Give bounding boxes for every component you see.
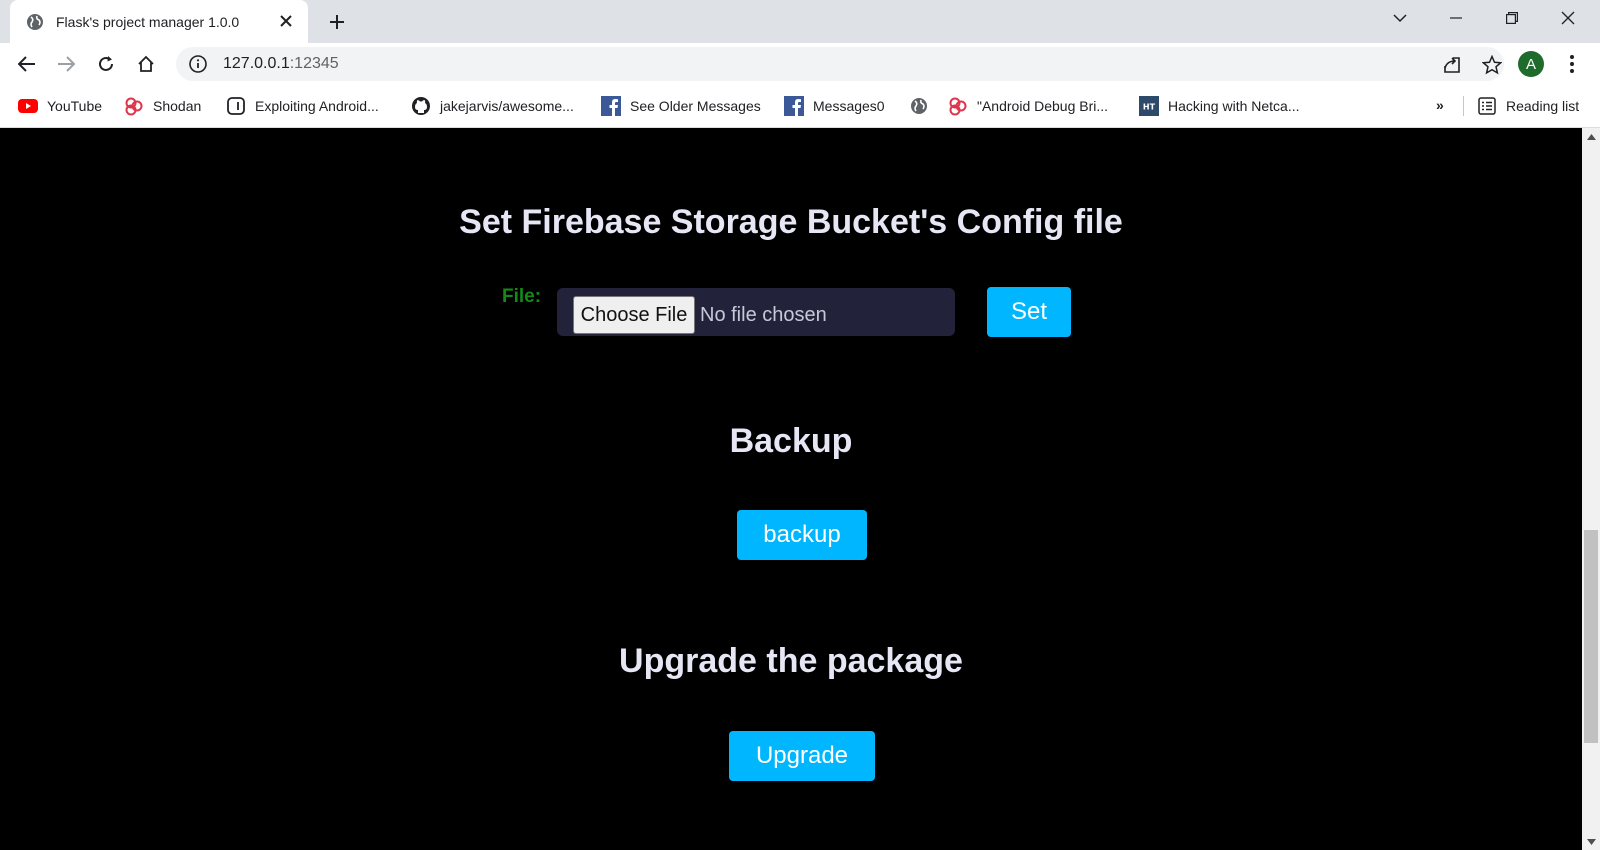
close-tab-icon[interactable] xyxy=(276,11,296,31)
bookmark-globe[interactable] xyxy=(909,94,929,118)
youtube-icon xyxy=(18,96,38,116)
choose-file-button[interactable]: Choose File xyxy=(573,296,695,334)
facebook-icon xyxy=(601,96,621,116)
svg-text:HT: HT xyxy=(1143,103,1156,112)
reload-icon[interactable] xyxy=(90,48,122,80)
bookmark-label: "Android Debug Bri... xyxy=(977,98,1109,114)
bookmark-exploiting-android[interactable]: Exploiting Android... xyxy=(226,94,379,118)
tab-strip: Flask's project manager 1.0.0 xyxy=(0,0,1600,43)
tab-title: Flask's project manager 1.0.0 xyxy=(56,13,240,30)
more-menu-icon[interactable] xyxy=(1560,52,1584,76)
bookmark-android-debug-bridge[interactable]: "Android Debug Bri... xyxy=(948,94,1108,118)
bookmark-label: jakejarvis/awesome... xyxy=(440,98,574,114)
firebase-config-heading: Set Firebase Storage Bucket's Config fil… xyxy=(459,203,1123,241)
facebook-icon xyxy=(784,96,804,116)
bookmark-see-older-messages[interactable]: See Older Messages xyxy=(601,94,761,118)
bookmark-shodan[interactable]: Shodan xyxy=(124,94,201,118)
profile-avatar[interactable]: A xyxy=(1518,51,1544,77)
site-info-icon[interactable] xyxy=(188,54,208,74)
browser-toolbar: 127.0.0.1:12345 A xyxy=(0,43,1600,85)
shodan-icon xyxy=(124,96,144,116)
scroll-up-arrow-icon[interactable] xyxy=(1582,128,1600,145)
set-button[interactable]: Set xyxy=(987,287,1071,337)
url-host: 127.0.0.1 xyxy=(223,55,290,72)
share-icon[interactable] xyxy=(1442,55,1462,75)
forward-arrow-icon[interactable] xyxy=(50,48,82,80)
bookmark-label: Messages0 xyxy=(813,98,885,114)
home-icon[interactable] xyxy=(130,48,162,80)
reading-list-icon xyxy=(1477,96,1497,116)
no-file-chosen-text: No file chosen xyxy=(700,304,827,326)
page-content: Set Firebase Storage Bucket's Config fil… xyxy=(0,128,1582,850)
bookmark-label: Exploiting Android... xyxy=(255,98,379,114)
reading-list-label: Reading list xyxy=(1506,98,1580,114)
browser-tab[interactable]: Flask's project manager 1.0.0 xyxy=(10,0,308,43)
file-input[interactable]: Choose File No file chosen xyxy=(557,288,955,336)
bookmark-jakejarvis[interactable]: jakejarvis/awesome... xyxy=(411,94,574,118)
scrollbar-thumb[interactable] xyxy=(1584,530,1598,743)
bookmark-label: See Older Messages xyxy=(630,98,761,114)
bookmarks-bar: YouTube Shodan Exploiting Android... jak… xyxy=(0,85,1600,128)
github-icon xyxy=(411,96,431,116)
restore-icon[interactable] xyxy=(1484,0,1540,36)
minimize-icon[interactable] xyxy=(1428,0,1484,36)
bookmark-youtube[interactable]: YouTube xyxy=(18,94,102,118)
reading-list-button[interactable]: Reading list xyxy=(1477,94,1579,118)
address-bar[interactable]: 127.0.0.1:12345 xyxy=(176,47,1504,81)
upgrade-button[interactable]: Upgrade xyxy=(729,731,875,781)
bookmark-label: Hacking with Netca... xyxy=(1168,98,1300,114)
bracket-icon xyxy=(226,96,246,116)
bookmark-star-icon[interactable] xyxy=(1482,55,1502,75)
close-window-icon[interactable] xyxy=(1540,0,1596,36)
backup-button[interactable]: backup xyxy=(737,510,867,560)
url-text: 127.0.0.1:12345 xyxy=(223,55,339,73)
bookmarks-divider xyxy=(1463,96,1464,116)
back-arrow-icon[interactable] xyxy=(11,48,43,80)
url-port: :12345 xyxy=(289,55,339,72)
backup-heading: Backup xyxy=(729,422,853,460)
bookmark-label: Shodan xyxy=(153,98,202,114)
upgrade-heading: Upgrade the package xyxy=(619,642,963,680)
file-label: File: xyxy=(502,286,542,307)
shodan-icon xyxy=(948,96,968,116)
page-scrollbar[interactable] xyxy=(1582,128,1600,850)
bookmark-hacking-with-netcat[interactable]: HT Hacking with Netca... xyxy=(1139,94,1300,118)
more-bookmarks-button[interactable]: » xyxy=(1436,97,1444,113)
new-tab-icon[interactable] xyxy=(324,9,350,35)
bookmark-label: YouTube xyxy=(47,98,103,114)
tab-search-icon[interactable] xyxy=(1372,0,1428,36)
bookmark-messages0[interactable]: Messages0 xyxy=(784,94,885,118)
scroll-down-arrow-icon[interactable] xyxy=(1582,833,1600,850)
globe-icon xyxy=(909,96,929,116)
globe-icon xyxy=(26,13,44,31)
ht-icon: HT xyxy=(1139,96,1159,116)
